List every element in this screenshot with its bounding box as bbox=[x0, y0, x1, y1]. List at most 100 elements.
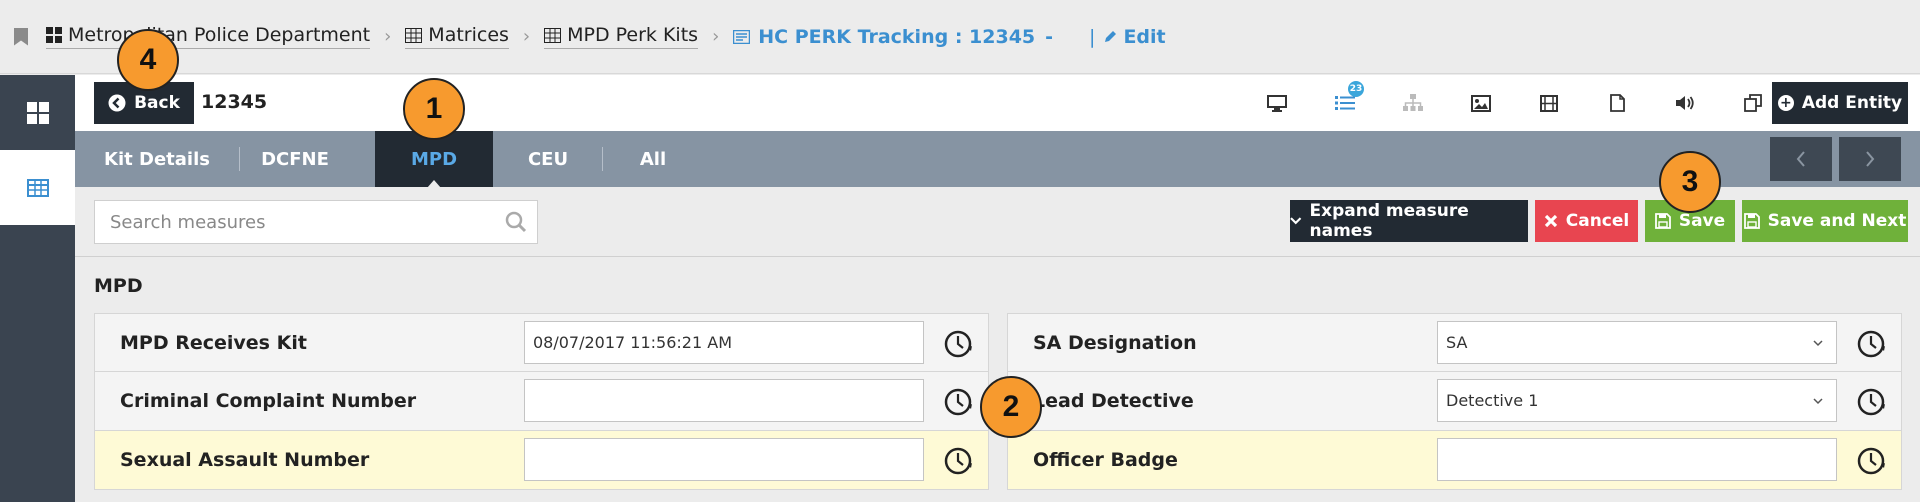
cancel-label: Cancel bbox=[1565, 211, 1630, 231]
view-toolbar: 23 bbox=[1243, 75, 1787, 131]
section-title: MPD bbox=[94, 275, 143, 297]
dashboard-icon bbox=[46, 27, 62, 43]
tab-ceu[interactable]: CEU bbox=[493, 131, 603, 187]
sidebar-item-dashboard[interactable] bbox=[0, 75, 75, 150]
field-row: SA Designation SA bbox=[1007, 313, 1902, 372]
measures-right-panel: SA Designation SA Lead Detective Detecti… bbox=[1007, 313, 1902, 490]
previous-button[interactable] bbox=[1770, 137, 1832, 181]
image-icon bbox=[1471, 94, 1491, 112]
edit-link[interactable]: Edit bbox=[1103, 25, 1166, 48]
breadcrumb-item-matrices[interactable]: Matrices bbox=[405, 24, 509, 49]
tab-dcfne[interactable]: DCFNE bbox=[240, 131, 350, 187]
search-icon bbox=[505, 211, 527, 233]
breadcrumb-separator-icon: › bbox=[522, 26, 531, 47]
entity-header: Back 12345 23 + Add Entity bbox=[75, 75, 1920, 131]
add-entity-label: Add Entity bbox=[1801, 93, 1903, 113]
field-row: Sexual Assault Number bbox=[94, 431, 989, 490]
table-icon bbox=[26, 178, 49, 197]
audio-view-button[interactable] bbox=[1651, 75, 1719, 131]
video-view-button[interactable] bbox=[1515, 75, 1583, 131]
sa-designation-select[interactable]: SA bbox=[1437, 321, 1837, 364]
save-label: Save bbox=[1678, 211, 1726, 231]
breadcrumb-separator-icon: › bbox=[712, 26, 720, 47]
edit-label: Edit bbox=[1123, 25, 1166, 48]
expand-measure-names-button[interactable]: Expand measure names bbox=[1290, 200, 1528, 242]
entity-id: 12345 bbox=[201, 91, 268, 113]
field-row: Officer Badge bbox=[1007, 431, 1902, 490]
field-label: Sexual Assault Number bbox=[120, 449, 370, 471]
document-view-button[interactable] bbox=[1583, 75, 1651, 131]
pencil-icon bbox=[1103, 29, 1118, 44]
history-icon[interactable] bbox=[1854, 328, 1888, 364]
field-label: Criminal Complaint Number bbox=[120, 390, 417, 412]
film-icon bbox=[1540, 94, 1558, 112]
breadcrumb-pipe: | bbox=[1089, 25, 1096, 48]
tab-kit-details[interactable]: Kit Details bbox=[75, 131, 239, 187]
search-input[interactable]: Search measures bbox=[94, 200, 538, 244]
form-icon bbox=[733, 29, 751, 44]
tab-all[interactable]: All bbox=[603, 131, 703, 187]
next-button[interactable] bbox=[1839, 137, 1901, 181]
breadcrumb-current-label: HC PERK Tracking : 12345 bbox=[758, 25, 1036, 48]
cancel-button[interactable]: Cancel bbox=[1535, 200, 1638, 242]
section-divider bbox=[75, 256, 1920, 257]
bookmark-icon[interactable] bbox=[14, 27, 28, 46]
select-value: Detective 1 bbox=[1446, 391, 1539, 410]
hierarchy-view-button[interactable] bbox=[1379, 75, 1447, 131]
images-view-button[interactable] bbox=[1447, 75, 1515, 131]
list-view-button[interactable]: 23 bbox=[1311, 75, 1379, 131]
plus-circle-icon: + bbox=[1777, 95, 1794, 111]
dashboard-icon bbox=[26, 101, 49, 124]
criminal-complaint-number-input[interactable] bbox=[524, 379, 924, 422]
chevron-down-icon bbox=[1290, 217, 1302, 225]
officer-badge-input[interactable] bbox=[1437, 438, 1837, 481]
sexual-assault-number-input[interactable] bbox=[524, 438, 924, 481]
save-next-label: Save and Next bbox=[1767, 211, 1907, 231]
breadcrumb-label: Matrices bbox=[428, 24, 509, 46]
breadcrumb-item-department[interactable]: Metropolitan Police Department bbox=[46, 24, 371, 49]
breadcrumb-label: MPD Perk Kits bbox=[567, 24, 699, 46]
chevron-down-icon bbox=[1813, 340, 1823, 347]
chevron-down-icon bbox=[1813, 398, 1823, 405]
file-icon bbox=[1609, 94, 1625, 112]
table-icon bbox=[405, 27, 423, 43]
tab-bar: Kit Details DCFNE MPD CEU All bbox=[75, 131, 1920, 188]
sitemap-icon bbox=[1403, 94, 1423, 111]
callout-2: 2 bbox=[980, 376, 1042, 438]
field-label: Lead Detective bbox=[1033, 390, 1194, 412]
history-icon[interactable] bbox=[941, 445, 975, 481]
field-row: MPD Receives Kit 08/07/2017 11:56:21 AM bbox=[94, 313, 989, 372]
chevron-left-icon bbox=[1796, 151, 1805, 167]
list-count-badge: 23 bbox=[1348, 81, 1364, 97]
field-row: Criminal Complaint Number bbox=[94, 372, 989, 431]
mpd-receives-kit-input[interactable]: 08/07/2017 11:56:21 AM bbox=[524, 321, 924, 364]
desktop-view-button[interactable] bbox=[1243, 75, 1311, 131]
floppy-icon bbox=[1654, 213, 1671, 229]
history-icon[interactable] bbox=[941, 328, 975, 364]
volume-icon bbox=[1676, 96, 1694, 110]
field-label: MPD Receives Kit bbox=[120, 331, 307, 354]
circle-left-icon bbox=[108, 94, 126, 112]
close-icon bbox=[1544, 214, 1557, 228]
breadcrumb-current: HC PERK Tracking : 12345 - bbox=[733, 26, 1053, 48]
save-and-next-button[interactable]: Save and Next bbox=[1742, 200, 1908, 242]
field-label: SA Designation bbox=[1033, 331, 1197, 354]
history-icon[interactable] bbox=[1854, 386, 1888, 422]
breadcrumb-label: Metropolitan Police Department bbox=[68, 24, 371, 46]
breadcrumb-item-perk-kits[interactable]: MPD Perk Kits bbox=[544, 24, 699, 49]
copy-icon bbox=[1744, 94, 1762, 112]
callout-1: 1 bbox=[403, 78, 465, 140]
chevron-right-icon bbox=[1866, 151, 1875, 167]
breadcrumb-separator-icon: › bbox=[384, 26, 392, 47]
sidebar bbox=[0, 75, 75, 502]
callout-4: 4 bbox=[117, 29, 179, 91]
sidebar-item-matrices[interactable] bbox=[0, 150, 75, 225]
history-icon[interactable] bbox=[941, 386, 975, 422]
add-entity-button[interactable]: + Add Entity bbox=[1772, 82, 1908, 124]
floppy-icon bbox=[1743, 213, 1760, 229]
history-icon[interactable] bbox=[1854, 445, 1888, 481]
monitor-icon bbox=[1267, 94, 1287, 112]
table-icon bbox=[544, 27, 562, 43]
search-placeholder: Search measures bbox=[110, 211, 266, 233]
lead-detective-select[interactable]: Detective 1 bbox=[1437, 379, 1837, 422]
